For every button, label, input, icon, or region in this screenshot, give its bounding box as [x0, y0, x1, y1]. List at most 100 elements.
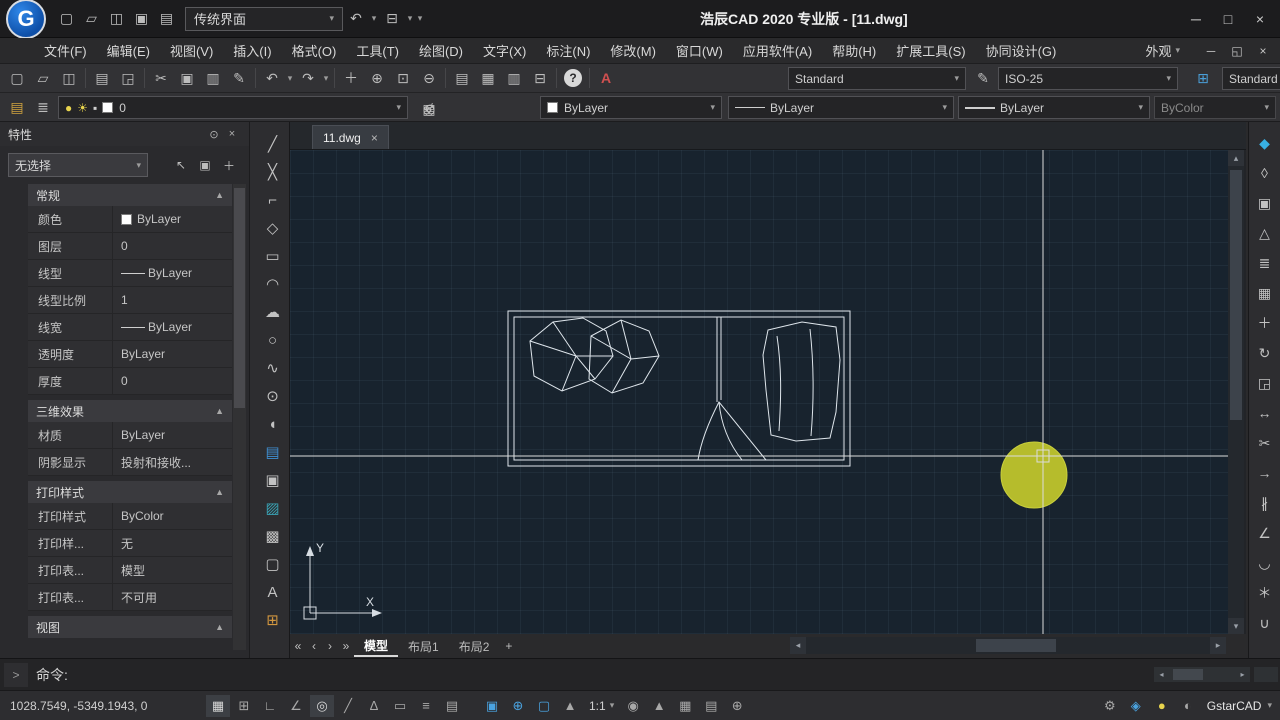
tab-layout1[interactable]: 布局1: [398, 635, 449, 657]
prop-row-color[interactable]: 颜色 ByLayer: [28, 206, 232, 233]
prop-row-layer[interactable]: 图层 0: [28, 233, 232, 260]
annotation-scale-control[interactable]: 1:1 ▾: [589, 699, 614, 713]
ellipse-arc-tool-icon[interactable]: ◖: [259, 410, 287, 438]
clean-screen-icon[interactable]: ▤: [699, 695, 723, 717]
document-tab[interactable]: 11.dwg ×: [312, 125, 389, 149]
properties-palette-icon[interactable]: ▤: [449, 66, 475, 90]
polygon-tool-icon[interactable]: ◇: [259, 214, 287, 242]
menu-text[interactable]: 文字(X): [473, 38, 536, 64]
menu-draw[interactable]: 绘图(D): [409, 38, 473, 64]
paste-icon[interactable]: ▥: [200, 66, 226, 90]
join-icon[interactable]: ∪: [1252, 608, 1278, 638]
mdi-restore-button[interactable]: ◱: [1224, 40, 1250, 62]
auto-hide-pin-icon[interactable]: ⊙: [205, 125, 223, 143]
offset-icon[interactable]: ≣: [1252, 248, 1278, 278]
command-prompt[interactable]: 命令:: [36, 665, 68, 685]
undo-dropdown-icon[interactable]: ▾: [369, 13, 379, 24]
minimize-button[interactable]: ─: [1180, 5, 1212, 33]
help-icon[interactable]: ?: [560, 66, 586, 90]
section-header-plot-style[interactable]: 打印样式 ▲: [28, 481, 232, 503]
menu-collaboration[interactable]: 协同设计(G): [976, 38, 1067, 64]
rectangle-tool-icon[interactable]: ▭: [259, 242, 287, 270]
panel-close-icon[interactable]: ×: [223, 125, 241, 143]
move-icon[interactable]: ＋: [1252, 308, 1278, 338]
new-file-icon[interactable]: ▢: [4, 66, 30, 90]
save-as-icon[interactable]: ▣: [129, 6, 154, 32]
prop-row-linetype-scale[interactable]: 线型比例 1: [28, 287, 232, 314]
model-space-icon[interactable]: ▢: [532, 695, 556, 717]
autoscale-icon[interactable]: ▲: [647, 695, 671, 717]
extend-icon[interactable]: →: [1252, 458, 1278, 488]
menu-express[interactable]: 扩展工具(S): [886, 38, 975, 64]
select-objects-icon[interactable]: ↖: [169, 154, 193, 176]
prop-row-lineweight[interactable]: 线宽 ByLayer: [28, 314, 232, 341]
selection-type-combo[interactable]: 无选择 ▾: [8, 153, 148, 177]
menu-file[interactable]: 文件(F): [34, 38, 97, 64]
command-scrollbar[interactable]: ◂ ▸: [1154, 667, 1250, 682]
hardware-bulb-icon[interactable]: ●: [1150, 695, 1174, 717]
array-icon[interactable]: ▦: [1252, 278, 1278, 308]
scroll-left-icon[interactable]: ◂: [790, 637, 806, 654]
ellipse-tool-icon[interactable]: ⊙: [259, 382, 287, 410]
status-expand-icon[interactable]: ▾: [1267, 700, 1272, 711]
command-line[interactable]: > 命令: ◂ ▸: [0, 658, 1280, 690]
mirror-icon[interactable]: △: [1252, 218, 1278, 248]
scroll-left-icon[interactable]: ◂: [1154, 667, 1169, 682]
isolate-objects-icon[interactable]: ◐: [1176, 695, 1200, 717]
scale-icon[interactable]: ◲: [1252, 368, 1278, 398]
object-snap-tracking-icon[interactable]: ╱: [336, 695, 360, 717]
table-style-icon[interactable]: ⊞: [1190, 66, 1216, 90]
erase-icon[interactable]: ◊: [1252, 158, 1278, 188]
menu-insert[interactable]: 插入(I): [223, 38, 281, 64]
dimstyle-apply-icon[interactable]: ✎: [970, 66, 996, 90]
menu-window[interactable]: 窗口(W): [666, 38, 733, 64]
polyline-tool-icon[interactable]: ⌐: [259, 186, 287, 214]
make-block-tool-icon[interactable]: ▣: [259, 466, 287, 494]
scroll-down-icon[interactable]: ▾: [1228, 618, 1244, 634]
spline-tool-icon[interactable]: ∿: [259, 354, 287, 382]
save-icon[interactable]: ◫: [56, 66, 82, 90]
plot-icon[interactable]: ▤: [154, 6, 179, 32]
gstarcad-logo[interactable]: G: [6, 0, 46, 39]
prop-row-plot-style[interactable]: 打印样式 ByColor: [28, 503, 232, 530]
prop-row-shadow-display[interactable]: 阴影显示 投射和接收...: [28, 449, 232, 476]
scrollbar-thumb[interactable]: [1230, 170, 1242, 420]
region-tool-icon[interactable]: ▢: [259, 550, 287, 578]
maximize-button[interactable]: □: [1212, 5, 1244, 33]
ortho-mode-icon[interactable]: ∟: [258, 695, 282, 717]
break-icon[interactable]: ∦: [1252, 488, 1278, 518]
copy-icon[interactable]: ▣: [1252, 188, 1278, 218]
rotate-icon[interactable]: ↻: [1252, 338, 1278, 368]
menu-modify[interactable]: 修改(M): [600, 38, 666, 64]
scroll-right-icon[interactable]: ▸: [1235, 667, 1250, 682]
multiline-text-tool-icon[interactable]: A: [259, 578, 287, 606]
mdi-minimize-button[interactable]: ─: [1198, 40, 1224, 62]
mdi-close-button[interactable]: ×: [1250, 40, 1276, 62]
command-options-icon[interactable]: >: [4, 663, 28, 687]
properties-scrollbar[interactable]: [233, 184, 246, 650]
print-preview-icon[interactable]: ◲: [115, 66, 141, 90]
grid-display-icon[interactable]: ▦: [206, 695, 230, 717]
hatch-tool-icon[interactable]: ▨: [259, 494, 287, 522]
prev-tab-button[interactable]: ‹: [306, 636, 322, 656]
undo-dropdown-icon[interactable]: ▾: [285, 73, 295, 84]
undo-icon[interactable]: ↶: [343, 7, 369, 31]
design-center-icon[interactable]: ▦: [475, 66, 501, 90]
open-folder-icon[interactable]: ▱: [79, 6, 104, 32]
open-folder-icon[interactable]: ▱: [30, 66, 56, 90]
linetype-control-combo[interactable]: ByLayer ▾: [728, 96, 954, 119]
first-tab-button[interactable]: «: [290, 636, 306, 656]
tab-close-icon[interactable]: ×: [371, 131, 378, 145]
pan-icon[interactable]: ＋: [338, 66, 364, 90]
zoom-previous-icon[interactable]: ⊖: [416, 66, 442, 90]
lineweight-control-combo[interactable]: ByLayer ▾: [958, 96, 1150, 119]
close-button[interactable]: ×: [1244, 5, 1276, 33]
redo-dropdown-icon[interactable]: ▾: [321, 73, 331, 84]
menu-format[interactable]: 格式(O): [282, 38, 347, 64]
scrollbar-thumb[interactable]: [234, 188, 245, 408]
annotation-scale-icon[interactable]: ▲: [558, 695, 582, 717]
horizontal-scrollbar[interactable]: ◂ ▸: [790, 637, 1226, 654]
annotation-visibility-icon[interactable]: ◉: [621, 695, 645, 717]
section-header-general[interactable]: 常规 ▲: [28, 184, 232, 206]
section-header-view[interactable]: 视图 ▲: [28, 616, 232, 638]
